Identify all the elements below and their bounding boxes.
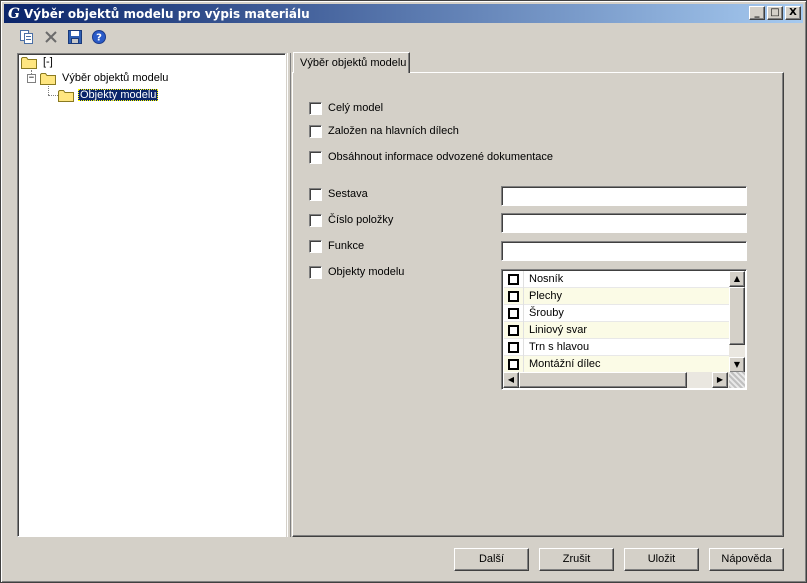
help-dialog-button[interactable]: Nápověda [709, 548, 784, 571]
close-button[interactable]: X [785, 6, 801, 20]
model-objects-option[interactable]: Objekty modelu [309, 265, 404, 279]
collapse-icon[interactable]: − [27, 73, 36, 83]
assembly-input[interactable] [501, 186, 747, 206]
maximize-button[interactable]: □ [767, 6, 783, 20]
model-objects-list[interactable]: Nosník Plechy Šrouby Liniový svar Trn s … [501, 269, 747, 390]
scroll-up-icon[interactable]: ▲ [729, 271, 745, 287]
list-item-label: Plechy [529, 290, 563, 302]
assembly-option[interactable]: Sestava [309, 187, 368, 201]
folder-icon [40, 72, 56, 85]
horizontal-scrollbar[interactable]: ◀ ▶ [503, 372, 745, 388]
toolbar: ? [17, 28, 109, 46]
function-option[interactable]: Funkce [309, 239, 364, 253]
tree-item-label-selected: Objekty modelu [78, 89, 159, 101]
list-item-checkbox[interactable] [508, 341, 519, 353]
derived-doc-checkbox[interactable] [309, 150, 322, 164]
save-icon [68, 30, 82, 44]
list-item-label: Montážní dílec [529, 358, 601, 370]
tree-connector [48, 86, 49, 95]
main-parts-checkbox[interactable] [309, 124, 322, 138]
model-objects-checkbox[interactable] [309, 265, 322, 279]
dialog-window: G Výběr objektů modelu pro výpis materiá… [0, 0, 807, 583]
function-checkbox[interactable] [309, 239, 322, 253]
scroll-right-icon[interactable]: ▶ [712, 372, 728, 388]
folder-icon [58, 89, 74, 102]
model-objects-label: Objekty modelu [328, 266, 405, 278]
tree-item-root[interactable]: [-] [21, 54, 55, 70]
delete-icon [45, 31, 57, 43]
function-input[interactable] [501, 241, 747, 261]
minimize-button[interactable]: _ [749, 6, 765, 20]
main-parts-label: Založen na hlavních dílech [328, 125, 459, 137]
tree-view[interactable]: [-] − Výběr objektů modelu Objekty model… [17, 53, 286, 537]
next-button[interactable]: Další [454, 548, 529, 571]
app-icon: G [8, 5, 20, 22]
help-button[interactable]: ? [89, 28, 109, 46]
list-item-label: Šrouby [529, 307, 564, 319]
assembly-checkbox[interactable] [309, 187, 322, 201]
list-item[interactable]: Liniový svar [504, 321, 730, 339]
panel-splitter[interactable] [287, 53, 291, 537]
cancel-button[interactable]: Zrušit [539, 548, 614, 571]
tree-connector [48, 95, 58, 96]
svg-text:?: ? [96, 33, 102, 44]
save-button[interactable] [65, 28, 85, 46]
copy-icon [20, 30, 33, 44]
size-grip [729, 372, 745, 388]
scroll-thumb[interactable] [729, 287, 745, 345]
list-item[interactable]: Trn s hlavou [504, 338, 730, 356]
assembly-label: Sestava [328, 188, 368, 200]
copy-button[interactable] [17, 28, 37, 46]
whole-model-checkbox[interactable] [309, 101, 322, 115]
whole-model-option[interactable]: Celý model [309, 101, 383, 115]
tree-item-label: Výběr objektů modelu [62, 72, 169, 84]
item-number-checkbox[interactable] [309, 213, 322, 227]
title-bar[interactable]: G Výběr objektů modelu pro výpis materiá… [4, 4, 803, 23]
help-icon: ? [92, 30, 106, 44]
list-item-checkbox[interactable] [508, 324, 519, 336]
derived-doc-option[interactable]: Obsáhnout informace odvozené dokumentace [309, 150, 553, 164]
whole-model-label: Celý model [328, 102, 384, 114]
list-item-label: Trn s hlavou [529, 341, 590, 353]
list-item-label: Liniový svar [529, 324, 588, 336]
list-item-checkbox[interactable] [508, 290, 519, 302]
scroll-left-icon[interactable]: ◀ [503, 372, 519, 388]
tree-item-model-objects-selection[interactable]: − Výběr objektů modelu [27, 70, 170, 86]
scroll-thumb-horizontal[interactable] [519, 372, 687, 388]
list-item[interactable]: Šrouby [504, 304, 730, 322]
scroll-down-icon[interactable]: ▼ [729, 357, 745, 373]
folder-icon [21, 56, 37, 69]
list-item-checkbox[interactable] [508, 273, 519, 285]
item-number-input[interactable] [501, 213, 747, 233]
list-item[interactable]: Plechy [504, 287, 730, 305]
window-controls: _ □ X [749, 6, 801, 20]
function-label: Funkce [328, 240, 365, 252]
save-dialog-button[interactable]: Uložit [624, 548, 699, 571]
list-item-checkbox[interactable] [508, 358, 519, 370]
list-item-label: Nosník [529, 273, 564, 285]
item-number-label: Číslo položky [328, 214, 394, 226]
delete-button[interactable] [41, 28, 61, 46]
list-item[interactable]: Nosník [504, 270, 730, 288]
derived-doc-label: Obsáhnout informace odvozené dokumentace [328, 151, 554, 163]
window-title: Výběr objektů modelu pro výpis materiálu [24, 6, 310, 21]
list-item[interactable]: Montážní dílec [504, 355, 730, 373]
item-number-option[interactable]: Číslo položky [309, 213, 393, 227]
tree-item-label: [-] [43, 56, 53, 68]
list-item-checkbox[interactable] [508, 307, 519, 319]
tree-item-model-objects[interactable]: Objekty modelu [58, 87, 159, 103]
main-parts-option[interactable]: Založen na hlavních dílech [309, 124, 459, 138]
tab-model-objects-selection[interactable]: Výběr objektů modelu [293, 52, 410, 73]
vertical-scrollbar[interactable]: ▲ ▼ [729, 271, 745, 373]
